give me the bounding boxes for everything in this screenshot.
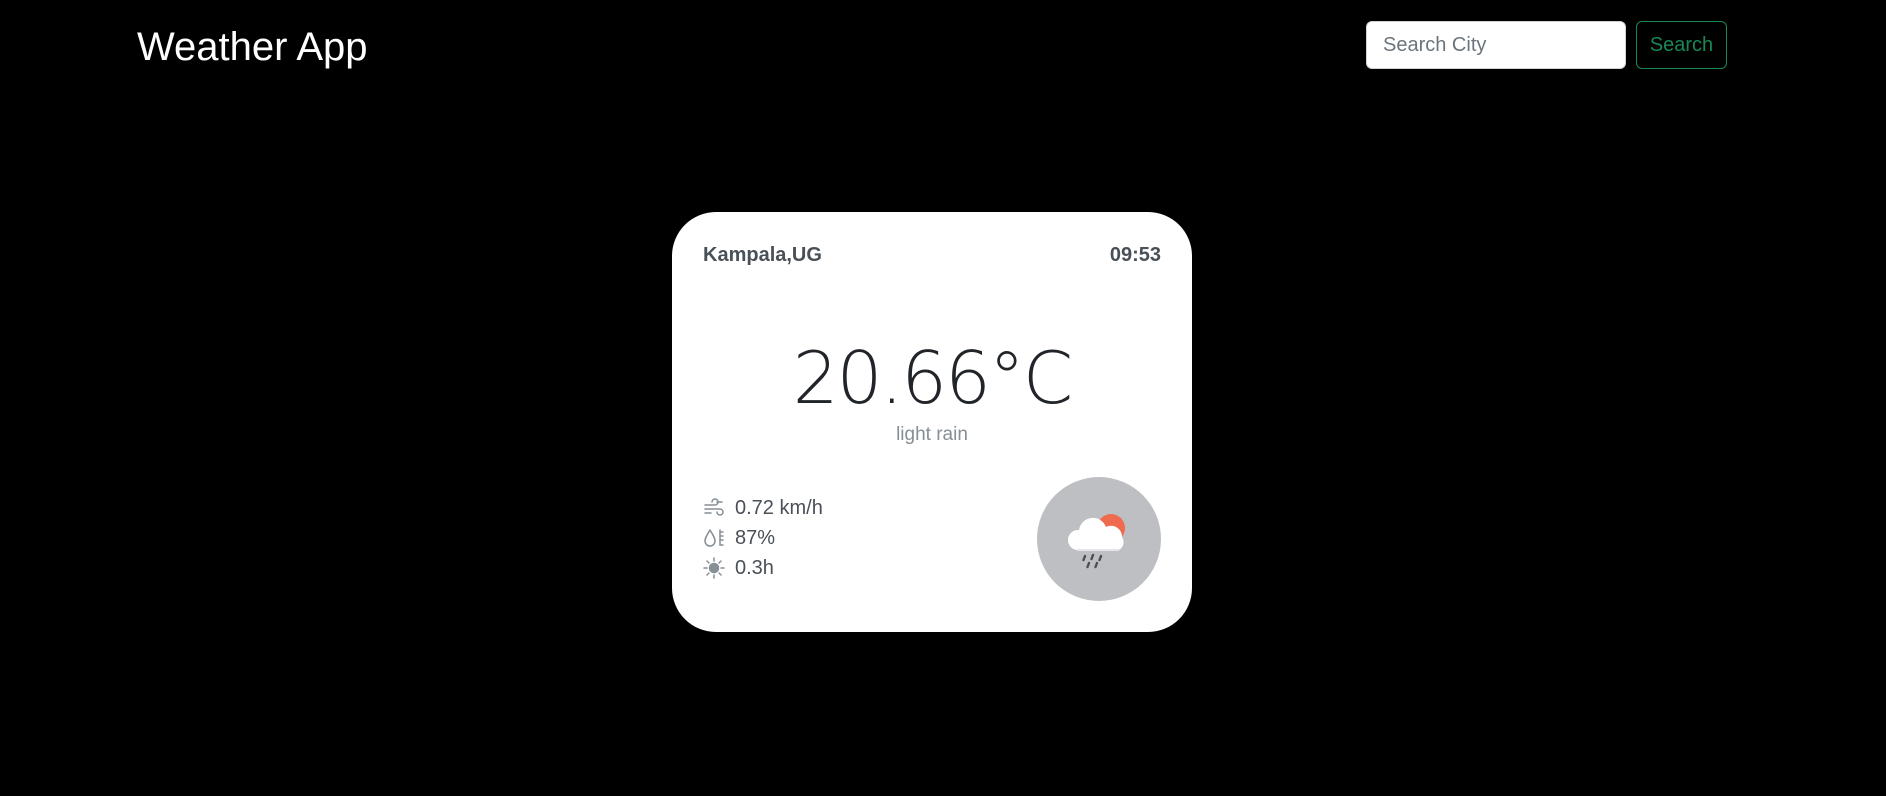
sun-icon (703, 557, 725, 579)
search-city-input[interactable] (1366, 21, 1626, 69)
sunshine-duration: 0.3h (735, 556, 774, 579)
rain-cloud-sun-icon (1067, 514, 1125, 569)
droplet-thermometer-icon (703, 527, 725, 549)
search-form: Search (1366, 21, 1727, 69)
wind-icon (703, 497, 725, 519)
wind-speed: 0.72 km/h (735, 496, 823, 519)
temperature: 20.66°C (792, 336, 1073, 420)
weather-card: Kampala,UG 09:53 20.66°C light rain 0.72… (672, 212, 1192, 632)
sunshine-stat: 0.3h (703, 556, 823, 580)
weather-icon-container (1037, 477, 1161, 601)
location-label: Kampala,UG (703, 244, 822, 266)
weather-description: light rain (896, 424, 968, 445)
weather-app: Weather App Search Kampala,UG 09:53 20.6… (0, 0, 1886, 796)
humidity-stat: 87% (703, 526, 823, 550)
card-header: Kampala,UG 09:53 (703, 244, 1161, 267)
weather-stats: 0.72 km/h 87% 0.3h (703, 496, 823, 580)
app-title: Weather App (137, 25, 368, 69)
wind-stat: 0.72 km/h (703, 496, 823, 520)
humidity-value: 87% (735, 526, 776, 549)
search-button[interactable]: Search (1636, 21, 1727, 69)
local-time: 09:53 (1109, 244, 1161, 266)
